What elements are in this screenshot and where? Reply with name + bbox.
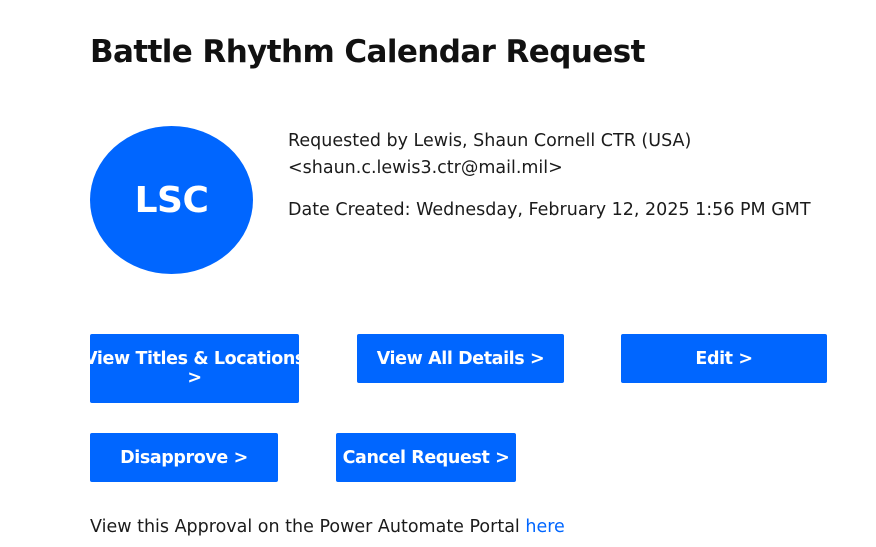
portal-link[interactable]: here <box>525 517 564 537</box>
avatar-initials: LSC <box>134 179 209 221</box>
footer-text: View this Approval on the Power Automate… <box>90 517 520 537</box>
view-titles-locations-button[interactable]: View Titles & Locations > <box>84 334 305 403</box>
portal-footer: View this Approval on the Power Automate… <box>90 514 565 541</box>
page-title: Battle Rhythm Calendar Request <box>90 34 645 70</box>
view-all-details-button[interactable]: View All Details > <box>357 334 564 383</box>
cancel-request-button[interactable]: Cancel Request > <box>336 433 516 482</box>
date-created: Date Created: Wednesday, February 12, 20… <box>288 200 811 220</box>
requester-info: Requested by Lewis, Shaun Cornell CTR (U… <box>288 128 691 182</box>
edit-button[interactable]: Edit > <box>621 334 827 383</box>
disapprove-button[interactable]: Disapprove > <box>90 433 278 482</box>
requester-name: Requested by Lewis, Shaun Cornell CTR (U… <box>288 131 692 151</box>
requester-email: <shaun.c.lewis3.ctr@mail.mil> <box>288 158 563 178</box>
approval-card: Battle Rhythm Calendar Request LSC Reque… <box>0 0 876 547</box>
avatar: LSC <box>90 126 253 274</box>
view-titles-locations-label: View Titles & Locations <box>84 348 305 369</box>
view-titles-locations-arrow: > <box>187 367 202 388</box>
